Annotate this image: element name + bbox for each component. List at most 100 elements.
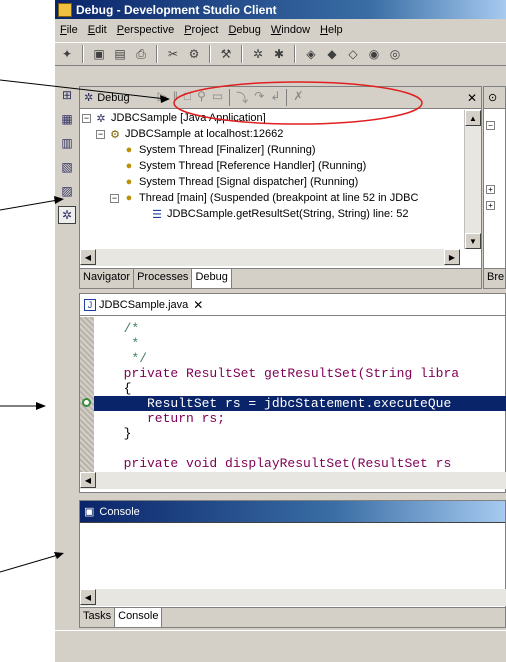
toolbar-separator — [229, 89, 231, 106]
collapse-icon[interactable]: − — [486, 121, 495, 130]
main-toolbar: ✦ ▣ ▤ ⎙ ✂ ⚙ ⚒ ✲ ✱ ◈ ◆ ◇ ◉ ◎ — [55, 42, 506, 66]
tree-row[interactable]: ● System Thread [Signal dispatcher] (Run… — [80, 174, 460, 190]
suspended-thread-icon: ● — [125, 192, 133, 204]
open-project-icon[interactable]: ◎ — [386, 45, 404, 63]
tree-row[interactable]: − ✲ JDBCSample [Java Application] — [80, 110, 460, 126]
menu-help[interactable]: Help — [315, 24, 348, 36]
resource-perspective-icon[interactable]: ▦ — [58, 110, 76, 128]
tree-row[interactable]: − ⚙ JDBCSample at localhost:12662 — [80, 126, 460, 142]
external-tools-icon[interactable]: ⚒ — [217, 45, 235, 63]
console-horizontal-scrollbar[interactable]: ◀ — [80, 589, 506, 606]
editor-gutter[interactable] — [80, 317, 94, 472]
print-icon[interactable]: ⎙ — [132, 45, 150, 63]
thread-icon: ● — [125, 144, 133, 156]
open-interface-icon[interactable]: ◉ — [365, 45, 383, 63]
step-into-icon[interactable]: ⤵ — [236, 89, 248, 106]
show-qualified-names-icon[interactable]: ✗ — [293, 89, 303, 106]
open-perspective-icon[interactable]: ⊞ — [58, 86, 76, 104]
debug-controls: ▷ ‖ □ ⚲ ▭ ⤵ ↷ ↲ ✗ — [158, 89, 303, 106]
code-line: } — [108, 426, 132, 441]
app-icon: ✲ — [96, 112, 106, 125]
breakpoint-icon[interactable] — [82, 398, 91, 407]
variables-icon: ⊙ — [488, 92, 498, 104]
scroll-left-icon[interactable]: ◀ — [80, 472, 96, 488]
suspend-icon[interactable]: ‖ — [173, 89, 178, 106]
menu-debug[interactable]: Debug — [223, 24, 265, 36]
toolbar-separator — [241, 45, 243, 63]
menu-edit[interactable]: Edit — [83, 24, 112, 36]
debug-icon[interactable]: ✲ — [249, 45, 267, 63]
close-tab-icon[interactable]: ✕ — [193, 298, 203, 312]
expand-icon[interactable]: + — [486, 185, 495, 194]
tab-navigator[interactable]: Navigator — [80, 269, 135, 288]
java-file-icon: J — [84, 298, 96, 311]
disconnect-icon[interactable]: ⚲ — [197, 89, 206, 106]
menu-bar: File Edit Perspective Project Debug Wind… — [55, 20, 506, 39]
breakpoints-view-title: ⊙ — [484, 87, 505, 109]
tree-row[interactable]: − ● Thread [main] (Suspended (breakpoint… — [80, 190, 460, 206]
thread-icon: ● — [125, 176, 133, 188]
vertical-scrollbar[interactable]: ▲ ▼ — [464, 110, 481, 249]
terminate-icon[interactable]: □ — [184, 89, 191, 106]
scroll-down-icon[interactable]: ▼ — [465, 233, 481, 249]
code-line: return rs; — [108, 411, 226, 426]
tab-console[interactable]: Console — [115, 608, 163, 627]
editor-file-tab[interactable]: JDBCSample.java — [99, 299, 188, 311]
new-icon[interactable]: ✦ — [58, 45, 76, 63]
console-tabs: Tasks Console — [80, 607, 505, 627]
callout-line — [0, 199, 59, 211]
tab-breakpoints[interactable]: Bre — [484, 269, 506, 288]
tab-processes[interactable]: Processes — [134, 269, 193, 288]
save-all-icon[interactable]: ▤ — [111, 45, 129, 63]
run-as-icon[interactable]: ✱ — [270, 45, 288, 63]
team-perspective-icon[interactable]: ▧ — [58, 158, 76, 176]
collapse-icon[interactable]: − — [96, 129, 105, 139]
menu-file[interactable]: File — [55, 24, 83, 36]
step-return-icon[interactable]: ↲ — [270, 89, 280, 106]
server-perspective-icon[interactable]: ▨ — [58, 182, 76, 200]
debug-view: ✲ Debug ▷ ‖ □ ⚲ ▭ ⤵ ↷ ↲ ✗ ✕ − ✲ JDBCSamp… — [79, 86, 482, 289]
callout-arrowhead — [36, 402, 46, 410]
code-line: private void displayResultSet(ResultSet … — [108, 456, 452, 471]
code-line: * — [108, 336, 140, 351]
menu-project[interactable]: Project — [179, 24, 223, 36]
breakpoints-view: ⊙ − + + Bre — [483, 86, 506, 289]
collapse-icon[interactable]: − — [110, 193, 119, 203]
debug-perspective-icon[interactable]: ✲ — [58, 206, 76, 224]
expand-icon[interactable]: + — [486, 201, 495, 210]
code-editor: J JDBCSample.java ✕ /* * */ private Resu… — [79, 293, 506, 493]
resume-icon[interactable]: ▷ — [158, 89, 167, 106]
debug-view-tabs: Navigator Processes Debug — [80, 268, 481, 288]
scroll-right-icon[interactable]: ▶ — [444, 249, 460, 265]
scroll-up-icon[interactable]: ▲ — [465, 110, 481, 126]
menu-perspective[interactable]: Perspective — [112, 24, 179, 36]
save-icon[interactable]: ▣ — [90, 45, 108, 63]
open-package-icon[interactable]: ◇ — [344, 45, 362, 63]
tree-label: JDBCSample [Java Application] — [111, 112, 266, 124]
collapse-icon[interactable]: − — [82, 113, 91, 123]
tree-row[interactable]: ● System Thread [Finalizer] (Running) — [80, 142, 460, 158]
horizontal-scrollbar[interactable]: ◀ ▶ — [80, 249, 460, 266]
tree-row[interactable]: ☰ JDBCSample.getResultSet(String, String… — [80, 206, 460, 222]
code-area[interactable]: /* * */ private ResultSet getResultSet(S… — [80, 317, 506, 472]
java-perspective-icon[interactable]: ▥ — [58, 134, 76, 152]
editor-horizontal-scrollbar[interactable]: ◀ — [80, 472, 506, 489]
toolbar-separator — [82, 45, 84, 63]
close-icon[interactable]: ✕ — [467, 91, 477, 105]
scroll-left-icon[interactable]: ◀ — [80, 589, 96, 605]
open-class-icon[interactable]: ◆ — [323, 45, 341, 63]
status-bar — [55, 630, 506, 662]
cut-icon[interactable]: ✂ — [164, 45, 182, 63]
console-icon: ▣ — [84, 506, 95, 518]
scroll-left-icon[interactable]: ◀ — [80, 249, 96, 265]
run-icon[interactable]: ⚙ — [185, 45, 203, 63]
tree-row[interactable]: ● System Thread [Reference Handler] (Run… — [80, 158, 460, 174]
open-type-icon[interactable]: ◈ — [302, 45, 320, 63]
tab-debug[interactable]: Debug — [192, 269, 232, 288]
console-title-bar: ▣ Console — [80, 501, 505, 523]
debug-view-title-bar: ✲ Debug ▷ ‖ □ ⚲ ▭ ⤵ ↷ ↲ ✗ ✕ — [80, 87, 481, 109]
step-over-icon[interactable]: ↷ — [254, 89, 264, 106]
menu-window[interactable]: Window — [266, 24, 315, 36]
remove-terminated-icon[interactable]: ▭ — [212, 89, 223, 106]
tab-tasks[interactable]: Tasks — [80, 608, 116, 627]
